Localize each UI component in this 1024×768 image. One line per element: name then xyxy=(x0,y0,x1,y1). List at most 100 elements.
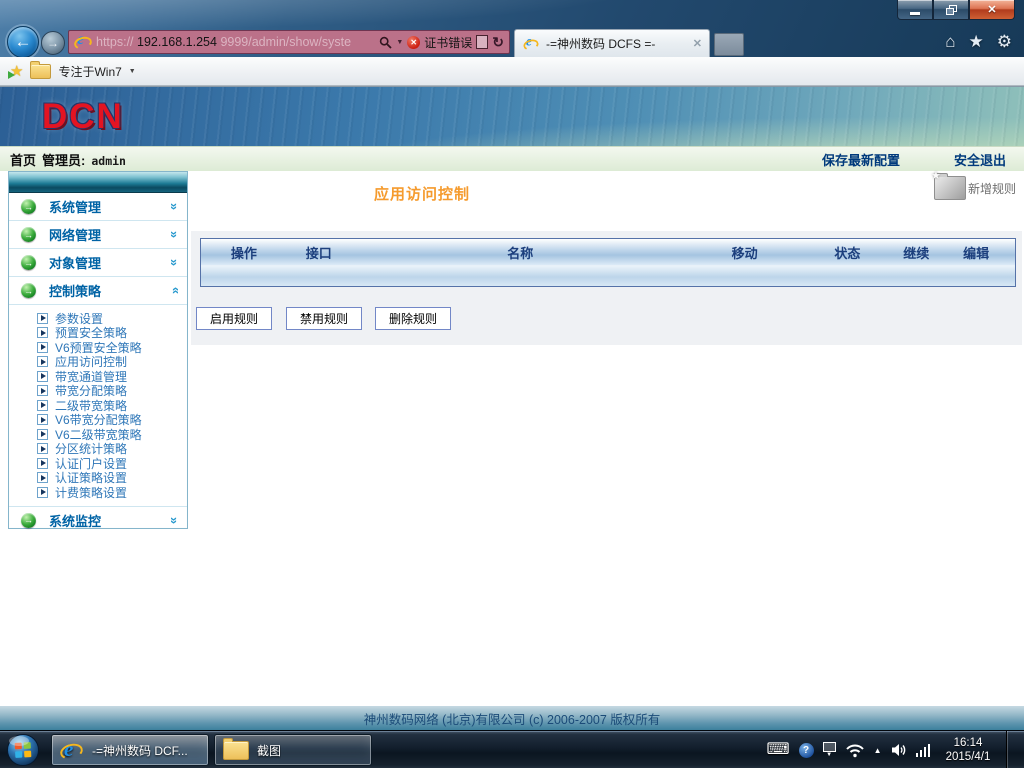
favorites-folder-label[interactable]: 专注于Win7 xyxy=(58,63,121,80)
sidebar-item-control-policy[interactable]: → 控制策略 » xyxy=(9,277,187,305)
browser-frame: ✕ ← → https:// 192.168.1.254 9999/admin/… xyxy=(0,0,1024,58)
show-hidden-icons[interactable]: ▲ xyxy=(874,746,882,755)
settings-gear-icon[interactable]: ⚙ xyxy=(997,32,1012,52)
browser-tab[interactable]: -=神州数码 DCFS =- ✕ xyxy=(514,29,710,57)
chevron-double-down-icon[interactable]: » xyxy=(167,516,182,523)
language-bar-icon[interactable]: ▼ xyxy=(822,742,836,758)
taskbar-folder-window[interactable]: 截图 xyxy=(214,734,372,766)
play-icon xyxy=(37,472,48,484)
home-icon[interactable]: ⌂ xyxy=(945,32,955,52)
play-icon xyxy=(37,370,48,382)
delete-rule-button[interactable]: 删除规则 xyxy=(375,307,451,330)
add-rule-button[interactable]: 新增规则 xyxy=(931,169,1017,200)
search-icon[interactable] xyxy=(379,36,392,49)
rules-table: 操作 接口 名称 移动 状态 继续 编辑 xyxy=(200,238,1016,287)
chevron-double-down-icon[interactable]: » xyxy=(167,203,182,210)
taskbar: -=神州数码 DCF... 截图 ⌨ ? ▼ ▲ 16:14 2015/4/1 xyxy=(0,730,1024,768)
play-icon xyxy=(37,356,48,368)
green-orb-icon: → xyxy=(21,283,36,298)
browser-toolbar-icons: ⌂ ★ ⚙ xyxy=(945,32,1012,52)
play-icon xyxy=(37,457,48,469)
site-footer: 神州数码网络 (北京)有限公司 (c) 2006-2007 版权所有 xyxy=(0,706,1024,730)
minimize-button[interactable] xyxy=(897,0,933,20)
disable-rule-button[interactable]: 禁用规则 xyxy=(286,307,362,330)
wifi-icon[interactable] xyxy=(845,742,865,758)
table-header-row: 操作 接口 名称 移动 状态 继续 编辑 xyxy=(201,239,1015,266)
play-icon xyxy=(37,486,48,498)
green-orb-icon: → xyxy=(21,227,36,242)
home-link[interactable]: 首页 xyxy=(10,150,36,169)
new-tab-button[interactable] xyxy=(714,33,744,56)
cert-error-icon: ✕ xyxy=(407,35,421,49)
forward-button[interactable]: → xyxy=(41,31,65,55)
logout-link[interactable]: 安全退出 xyxy=(954,150,1006,169)
add-favorite-icon[interactable]: ★ xyxy=(7,62,23,80)
control-policy-submenu: 参数设置 预置安全策略 V6预置安全策略 应用访问控制 带宽通道管理 带宽分配策… xyxy=(9,305,187,506)
sidebar-menu: → 系统管理 » → 网络管理 » → 对象管理 » → 控制策略 » 参数设置… xyxy=(8,171,188,529)
show-desktop-button[interactable] xyxy=(1006,731,1020,768)
clock-time: 16:14 xyxy=(953,737,983,749)
caret-down-icon: ▼ xyxy=(128,67,136,75)
refresh-icon[interactable]: ↻ xyxy=(492,35,504,49)
dcn-logo: DCN xyxy=(42,97,124,136)
windows-logo-icon xyxy=(7,734,39,766)
window-controls: ✕ xyxy=(897,0,1015,20)
speaker-icon[interactable] xyxy=(891,743,907,757)
taskbar-ie-window[interactable]: -=神州数码 DCF... xyxy=(51,734,209,766)
col-edit: 编辑 xyxy=(963,245,990,261)
sidebar-item-object-management[interactable]: → 对象管理 » xyxy=(9,249,187,277)
sidebar-item-system-monitor[interactable]: → 系统监控 » xyxy=(9,505,187,534)
chevron-double-down-icon[interactable]: » xyxy=(167,259,182,266)
signal-strength-icon[interactable] xyxy=(915,743,930,757)
submenu-item-billing-policy[interactable]: 计费策略设置 xyxy=(9,485,187,500)
start-button[interactable] xyxy=(5,732,41,768)
chevron-double-down-icon[interactable]: » xyxy=(167,231,182,238)
col-operation: 操作 xyxy=(230,245,257,261)
col-name: 名称 xyxy=(507,245,534,261)
play-icon xyxy=(37,385,48,397)
search-dropdown-caret-icon[interactable]: ▼ xyxy=(396,39,403,46)
tray-clock[interactable]: 16:14 2015/4/1 xyxy=(939,736,997,764)
col-continue: 继续 xyxy=(903,245,930,261)
col-status: 状态 xyxy=(834,245,861,261)
folder-icon xyxy=(223,737,249,760)
save-config-link[interactable]: 保存最新配置 xyxy=(822,150,900,169)
help-tray-icon[interactable]: ? xyxy=(798,742,814,758)
sidebar-item-system-management[interactable]: → 系统管理 » xyxy=(9,193,187,221)
tab-title: -=神州数码 DCFS =- xyxy=(546,37,656,51)
favorites-bar: ★ 专注于Win7 ▼ xyxy=(0,57,1024,86)
keyboard-tray-icon[interactable]: ⌨ xyxy=(766,742,789,758)
restore-button[interactable] xyxy=(933,0,969,20)
col-move: 移动 xyxy=(731,245,758,261)
restore-icon xyxy=(945,4,957,15)
back-button[interactable]: ← xyxy=(7,26,39,58)
page-title: 应用访问控制 xyxy=(373,186,470,203)
add-rule-label: 新增规则 xyxy=(968,181,1017,196)
play-icon xyxy=(37,327,48,339)
table-empty-row xyxy=(201,266,1015,286)
url-host: 192.168.1.254 xyxy=(137,35,217,49)
ie-icon xyxy=(60,737,84,762)
col-interface: 接口 xyxy=(305,245,332,261)
sidebar-item-network-management[interactable]: → 网络管理 » xyxy=(9,221,187,249)
admin-username: admin xyxy=(91,153,126,168)
ie-icon xyxy=(523,34,538,51)
enable-rule-button[interactable]: 启用规则 xyxy=(196,307,272,330)
forward-arrow-icon: → xyxy=(47,36,59,50)
tab-close-icon[interactable]: ✕ xyxy=(693,37,702,50)
favorites-star-icon[interactable]: ★ xyxy=(969,32,984,52)
site-status-bar: 首页 管理员: admin 保存最新配置 安全退出 xyxy=(0,146,1024,171)
play-icon xyxy=(37,443,48,455)
close-icon: ✕ xyxy=(987,4,997,16)
address-bar[interactable]: https:// 192.168.1.254 9999/admin/show/s… xyxy=(68,30,510,54)
play-icon xyxy=(37,341,48,353)
favorites-folder-icon[interactable] xyxy=(30,60,52,79)
sidebar-header-bar xyxy=(9,172,187,193)
compatibility-view-icon[interactable] xyxy=(476,35,489,49)
play-icon xyxy=(37,399,48,411)
chevron-double-up-icon[interactable]: » xyxy=(167,287,182,294)
minimize-icon xyxy=(910,11,920,15)
close-window-button[interactable]: ✕ xyxy=(969,0,1015,20)
cert-error-label[interactable]: 证书错误 xyxy=(424,34,472,51)
url-text[interactable]: https:// 192.168.1.254 9999/admin/show/s… xyxy=(96,35,375,49)
